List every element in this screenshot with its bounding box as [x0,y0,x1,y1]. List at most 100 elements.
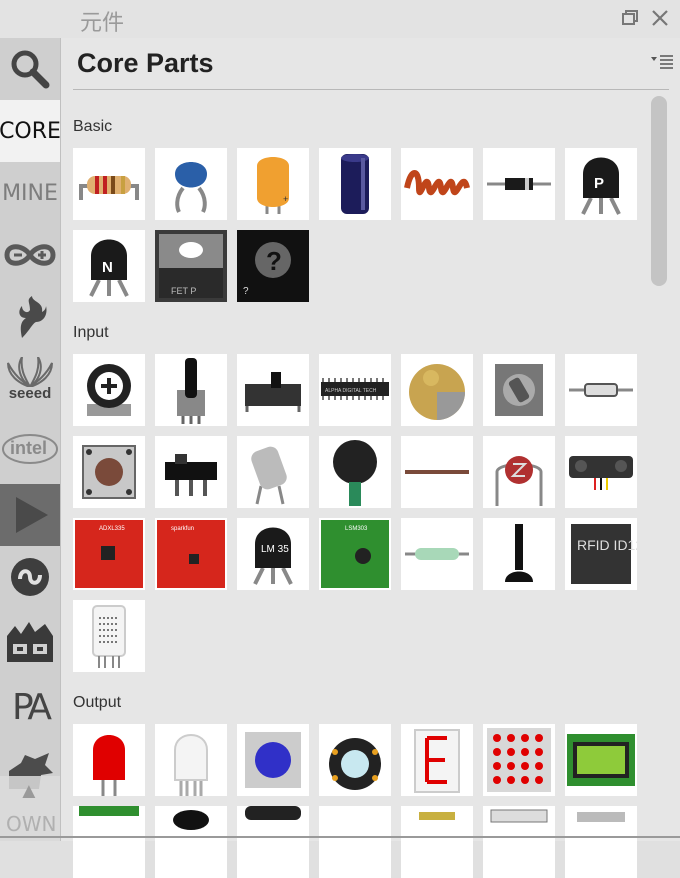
part-grid-basic: + P N FET P ? ? [73,148,637,302]
part-marking: N [102,259,113,276]
scroll-up-button[interactable]: ▲ [18,778,40,804]
part-fsr-sensor[interactable] [319,436,391,508]
part-marking: FET P [171,286,196,296]
sidebar-item-arduino[interactable] [0,224,60,286]
part-npn-transistor[interactable]: N [73,230,145,302]
part-resistor[interactable] [73,148,145,220]
part-output-row2-7[interactable] [565,806,637,878]
part-tilt-switch[interactable] [565,354,637,426]
tantalum-capacitor-icon: + [257,157,289,214]
part-rgb-led[interactable] [155,724,227,796]
part-reed-switch[interactable] [401,518,473,590]
part-output-row2-1[interactable] [73,806,145,878]
sidebar-item-label: PA [11,686,52,728]
section-title-input: Input [73,324,109,341]
sidebar-item-core[interactable]: CORE [0,100,60,162]
part-fet-p[interactable]: FET P [155,230,227,302]
electrolytic-capacitor-icon [341,154,369,214]
part-diode[interactable] [483,148,555,220]
part-marking: sparkfun [171,526,194,532]
sidebar-item-label: MINE [2,180,58,206]
search-icon [11,50,50,89]
sidebar-item-mine[interactable]: MINE [0,162,60,224]
part-rotary-encoder[interactable] [483,354,555,426]
part-electrolytic-capacitor[interactable] [319,148,391,220]
part-flex-sensor[interactable] [401,436,473,508]
resistor-icon [79,176,139,200]
part-ceramic-capacitor[interactable] [155,148,227,220]
part-star-led[interactable] [319,724,391,796]
part-output-row2-5[interactable] [401,806,473,878]
part-red-led[interactable] [73,724,145,796]
part-slide-potentiometer[interactable] [237,354,309,426]
restore-icon[interactable] [620,8,640,28]
sidebar-item-snootlab[interactable] [0,546,60,608]
arduino-icon [4,244,56,266]
panel-bottom-border [0,836,680,838]
part-seven-segment-display[interactable] [401,724,473,796]
part-antenna[interactable] [483,518,555,590]
part-lcd-display[interactable] [565,724,637,796]
part-pnp-transistor[interactable]: P [565,148,637,220]
part-humidity-sensor[interactable] [73,600,145,672]
part-sparkfun-board[interactable]: sparkfun [155,518,227,590]
sidebar-item-seeed[interactable]: seeed [0,348,60,410]
sidebar-item-play[interactable] [0,484,60,546]
part-inductor[interactable] [401,148,473,220]
bin-scrollbar[interactable] [651,96,667,286]
part-marking: ALPHA DIGITAL TECH [325,388,377,394]
robot-head-icon [7,622,53,662]
part-marking: P [594,175,604,192]
fet-icon: FET P [155,230,227,302]
part-temperature-sensor[interactable]: LM 35 [237,518,309,590]
part-mystery[interactable]: ? ? [237,230,309,302]
bin-title: Core Parts [77,48,214,78]
part-tantalum-capacitor[interactable]: + [237,148,309,220]
part-accelerometer-board[interactable]: ADXL335 [73,518,145,590]
part-photocell[interactable] [483,436,555,508]
svg-text:?: ? [266,246,282,276]
bin-menu-icon[interactable] [651,54,673,70]
part-slide-switch[interactable] [155,436,227,508]
part-piezo-buzzer[interactable] [401,354,473,426]
section-title-output: Output [73,694,122,711]
diode-icon [487,178,551,190]
part-tilt-sensor[interactable] [237,436,309,508]
window-title: 元件 [80,11,125,36]
part-marking: ? [243,286,249,297]
sparkfun-flame-icon [19,296,47,338]
bin-sidebar: CORE MINE seeed intel PA ▲ OWN [0,38,60,841]
part-blue-led-module[interactable] [237,724,309,796]
play-icon [16,497,48,533]
part-rotary-potentiometer[interactable] [155,354,227,426]
sidebar-item-search[interactable] [0,38,60,100]
part-output-row2-3[interactable] [237,806,309,878]
part-output-row2-4[interactable] [319,806,391,878]
inductor-icon [404,170,470,196]
sidebar-item-pa[interactable]: PA [0,676,60,738]
section-title-basic: Basic [73,118,113,135]
part-trimmer-potentiometer[interactable] [73,354,145,426]
npn-transistor-icon: N [89,239,129,297]
sidebar-item-fab[interactable] [0,610,60,672]
part-distance-sensor[interactable] [565,436,637,508]
close-icon[interactable] [650,8,670,28]
snootlab-icon [11,558,49,596]
part-marking: RFID ID12 [577,537,637,553]
part-keypad-strip[interactable]: ALPHA DIGITAL TECH [319,354,391,426]
part-led-matrix[interactable] [483,724,555,796]
sidebar-item-label: CORE [0,118,60,144]
scroll-down-button[interactable]: OWN [6,812,56,836]
seeed-leaf-icon [7,357,53,387]
part-output-row2-2[interactable] [155,806,227,878]
part-output-row2-6[interactable] [483,806,555,878]
sidebar-item-sparkfun[interactable] [0,286,60,348]
sidebar-item-intel[interactable]: intel [0,418,60,480]
part-magnetometer-board[interactable]: LSM303 [319,518,391,590]
part-pushbutton[interactable] [73,436,145,508]
sidebar-item-label: intel [10,438,48,458]
part-rfid-reader[interactable]: RFID ID12 [565,518,637,590]
svg-text:+: + [283,194,288,204]
part-marking: LM 35 [261,544,289,555]
pnp-transistor-icon: P [581,157,621,215]
